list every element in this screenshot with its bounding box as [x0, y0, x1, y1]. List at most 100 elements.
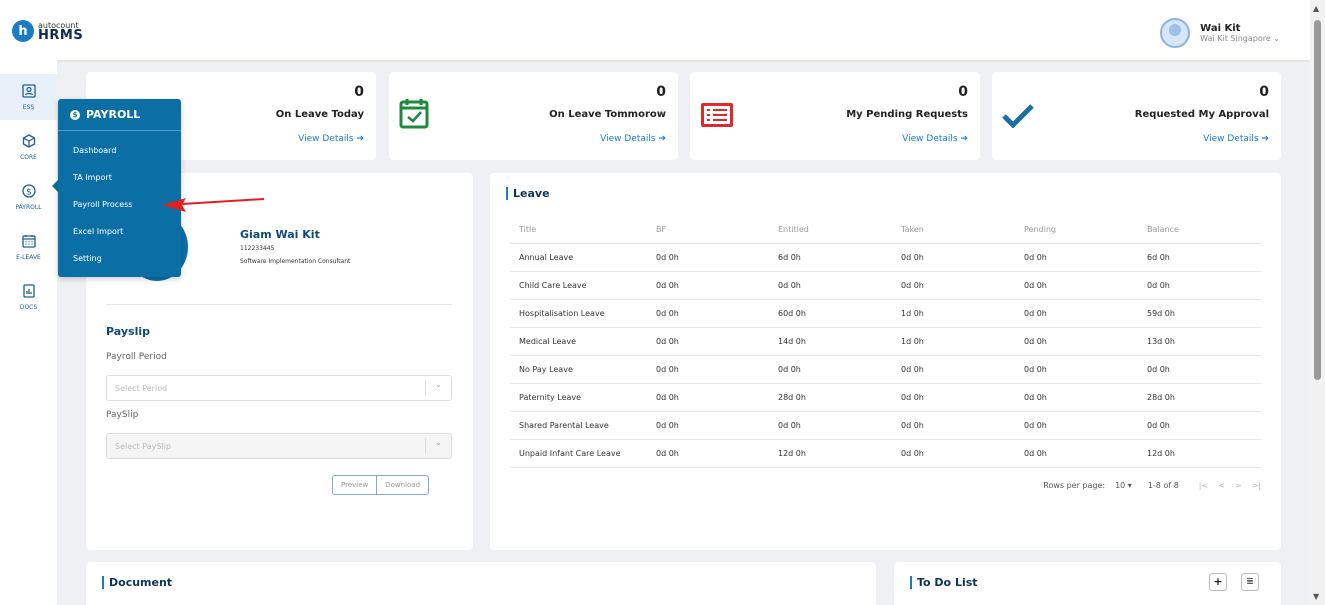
annotation-arrow	[162, 198, 265, 212]
rows-per-page-select[interactable]: 10 ▾	[1115, 481, 1132, 490]
sidebar-label: PAYROLL	[15, 203, 42, 211]
side-nav: ESS CORE $ PAYROLL E-LEAVE DOCS	[0, 60, 57, 605]
table-cell: 1d 0h	[892, 299, 1015, 328]
arrow-circle-icon: ➔	[960, 134, 968, 144]
scroll-up-icon[interactable]: ▲	[1313, 4, 1319, 13]
flyout-header: $ PAYROLL	[58, 99, 181, 131]
sidebar-item-core[interactable]: CORE	[0, 124, 57, 170]
payroll-period-placeholder: Select Period	[115, 383, 168, 393]
table-cell: Unpaid Infant Care Leave	[510, 439, 647, 468]
document-icon	[22, 283, 36, 302]
flyout-item-ta-import[interactable]: TA Import	[58, 164, 181, 191]
view-details-link[interactable]: View Details ➔	[298, 134, 364, 144]
table-cell: 0d 0h	[647, 243, 769, 272]
table-cell: 0d 0h	[769, 271, 892, 300]
table-row[interactable]: Child Care Leave 0d 0h 0d 0h 0d 0h 0d 0h 0d 0…	[510, 271, 1261, 300]
table-cell: 28d 0h	[769, 383, 892, 412]
column-header[interactable]: Pending	[1015, 217, 1138, 244]
table-cell: 0d 0h	[1015, 271, 1138, 300]
flyout-item-dashboard[interactable]: Dashboard	[58, 137, 181, 164]
table-row[interactable]: Shared Parental Leave 0d 0h 0d 0h 0d 0h 0d 0…	[510, 411, 1261, 440]
svg-text:$: $	[26, 187, 32, 197]
add-todo-button[interactable]: +	[1209, 573, 1227, 591]
profile-position: Software Implementation Consultant	[240, 258, 351, 265]
column-header[interactable]: Balance	[1138, 217, 1261, 244]
table-cell: Paternity Leave	[510, 383, 647, 412]
table-row[interactable]: Hospitalisation Leave 0d 0h 60d 0h 1d 0h 0d …	[510, 299, 1261, 328]
table-cell: 59d 0h	[1138, 299, 1261, 328]
table-row[interactable]: No Pay Leave 0d 0h 0d 0h 0d 0h 0d 0h 0d 0h	[510, 355, 1261, 384]
table-row[interactable]: Unpaid Infant Care Leave 0d 0h 12d 0h 0d 0h…	[510, 439, 1261, 468]
table-cell: 0d 0h	[892, 439, 1015, 468]
column-header[interactable]: Entitled	[769, 217, 892, 244]
payroll-period-select[interactable]: Select Period ⌄	[106, 375, 452, 401]
payslip-select[interactable]: Select PaySlip ⌄	[106, 433, 452, 459]
dollar-circle-icon: $	[70, 109, 80, 120]
page-scrollbar[interactable]: ▲ ▼	[1310, 0, 1325, 605]
view-details-link[interactable]: View Details ➔	[600, 134, 666, 144]
table-row[interactable]: Medical Leave 0d 0h 14d 0h 1d 0h 0d 0h 13d 0h	[510, 327, 1261, 356]
stat-title: On Leave Tommorow	[549, 109, 666, 120]
first-page-icon[interactable]: |<	[1199, 481, 1208, 490]
stat-value: 0	[958, 84, 968, 100]
download-button[interactable]: Download	[376, 476, 428, 494]
column-header[interactable]: BF	[647, 217, 769, 244]
table-cell: 0d 0h	[647, 383, 769, 412]
last-page-icon[interactable]: >|	[1252, 481, 1261, 490]
scroll-down-icon[interactable]: ▼	[1313, 592, 1319, 601]
cube-icon	[22, 133, 36, 152]
preview-button[interactable]: Preview	[333, 476, 376, 494]
sidebar-item-e-leave[interactable]: E-LEAVE	[0, 224, 57, 270]
table-cell: 0d 0h	[647, 411, 769, 440]
divider	[106, 304, 452, 305]
next-page-icon[interactable]: >	[1235, 481, 1242, 490]
todo-card: To Do List + ≣	[894, 562, 1281, 605]
profile-name: Giam Wai Kit	[240, 228, 320, 241]
document-card: Document	[86, 562, 876, 605]
flyout-item-excel-import[interactable]: Excel Import	[58, 218, 181, 245]
table-cell: Child Care Leave	[510, 271, 647, 300]
flyout-item-setting[interactable]: Setting	[58, 245, 181, 272]
leave-title: Leave	[506, 187, 550, 200]
document-title: Document	[102, 576, 172, 589]
table-cell: 0d 0h	[1015, 411, 1138, 440]
payroll-flyout-menu: $ PAYROLL Dashboard TA Import Payroll Pr…	[58, 99, 181, 277]
table-header-row: Title BF Entitled Taken Pending Balance	[510, 217, 1261, 244]
sidebar-label: E-LEAVE	[16, 253, 41, 261]
table-cell: 0d 0h	[647, 299, 769, 328]
table-cell: 0d 0h	[1138, 411, 1261, 440]
column-header[interactable]: Taken	[892, 217, 1015, 244]
arrow-circle-icon: ➔	[658, 134, 666, 144]
top-bar: h autocount HRMS Wai Kit Wai Kit Singapo…	[0, 0, 1310, 60]
app-logo[interactable]: h autocount HRMS	[12, 20, 83, 42]
chevron-down-icon: ⌄	[425, 380, 451, 396]
view-details-link[interactable]: View Details ➔	[902, 134, 968, 144]
column-header[interactable]: Title	[510, 217, 647, 244]
user-menu[interactable]: Wai Kit Wai Kit Singapore ⌄	[1160, 18, 1280, 48]
arrow-circle-icon: ➔	[1261, 134, 1269, 144]
list-view-button[interactable]: ≣	[1241, 573, 1259, 591]
table-cell: 0d 0h	[1015, 383, 1138, 412]
sidebar-item-payroll[interactable]: $ PAYROLL	[0, 174, 57, 220]
sidebar-item-docs[interactable]: DOCS	[0, 274, 57, 320]
table-cell: 0d 0h	[769, 411, 892, 440]
payslip-actions: Preview Download	[332, 475, 430, 495]
flyout-title: PAYROLL	[86, 108, 141, 121]
pagination-range: 1-8 of 8	[1147, 481, 1179, 490]
table-cell: 6d 0h	[1138, 243, 1261, 272]
calendar-icon	[21, 234, 36, 252]
user-name: Wai Kit	[1200, 23, 1241, 34]
stat-card-requested-approval: 0 Requested My Approval View Details ➔	[992, 72, 1281, 160]
payslip-label: PaySlip	[106, 410, 139, 420]
view-details-link[interactable]: View Details ➔	[1203, 134, 1269, 144]
table-cell: 0d 0h	[892, 355, 1015, 384]
stat-title: On Leave Today	[275, 109, 364, 120]
sidebar-item-ess[interactable]: ESS	[0, 74, 57, 120]
scroll-thumb[interactable]	[1314, 20, 1321, 380]
table-cell: 13d 0h	[1138, 327, 1261, 356]
id-card-icon	[21, 83, 36, 102]
prev-page-icon[interactable]: <	[1218, 481, 1225, 490]
table-row[interactable]: Paternity Leave 0d 0h 28d 0h 0d 0h 0d 0h 28d …	[510, 383, 1261, 412]
table-row[interactable]: Annual Leave 0d 0h 6d 0h 0d 0h 0d 0h 6d 0h	[510, 243, 1261, 272]
table-cell: 0d 0h	[1015, 327, 1138, 356]
